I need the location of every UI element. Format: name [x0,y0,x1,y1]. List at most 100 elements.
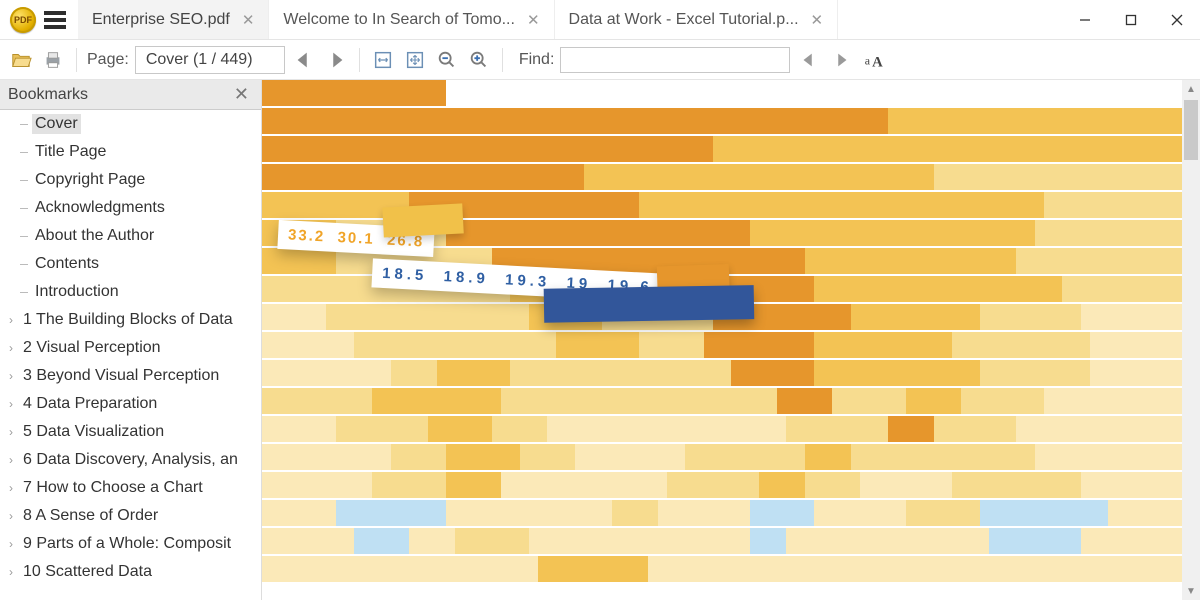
bookmark-item[interactable]: Copyright Page [0,166,261,194]
chevron-right-icon[interactable]: › [4,565,18,579]
bookmark-item[interactable]: Contents [0,250,261,278]
tab[interactable]: Enterprise SEO.pdf✕ [78,0,269,39]
chevron-right-icon[interactable]: › [4,481,18,495]
cover-bar-seg [262,332,354,358]
chevron-right-icon[interactable]: › [4,313,18,327]
next-page-button[interactable] [323,47,349,73]
tab-close-button[interactable]: ✕ [238,11,259,29]
open-file-button[interactable] [8,47,34,73]
prev-page-button[interactable] [291,47,317,73]
bookmark-item[interactable]: ›1 The Building Blocks of Data [0,306,261,334]
find-next-button[interactable] [828,47,854,73]
cover-bar-seg [354,332,556,358]
tab[interactable]: Data at Work - Excel Tutorial.p...✕ [555,0,839,39]
chevron-right-icon[interactable]: › [4,453,18,467]
tab-close-button[interactable]: ✕ [523,11,544,29]
cover-bar-seg [538,556,648,582]
maximize-button[interactable] [1108,3,1154,37]
cover-bar-seg [934,164,1182,190]
tab[interactable]: Welcome to In Search of Tomo...✕ [269,0,554,39]
cover-bar-row [262,500,1182,526]
cover-bar-seg [409,528,455,554]
chevron-right-icon[interactable]: › [4,397,18,411]
cover-bar-seg [391,444,446,470]
bookmark-item[interactable]: ›9 Parts of a Whole: Composit [0,530,261,558]
cover-bar-seg [336,416,428,442]
cover-bar-seg [510,360,731,386]
cover-bar-seg [584,164,934,190]
cover-bar-seg [1081,304,1182,330]
bookmark-item[interactable]: Title Page [0,138,261,166]
bookmarks-close-button[interactable]: ✕ [230,84,253,105]
cover-bar-seg [805,248,1017,274]
cover-bar-row [262,360,1182,386]
zoom-out-button[interactable] [434,47,460,73]
chevron-right-icon[interactable]: › [4,369,18,383]
cover-bar-seg [1108,500,1182,526]
cover-bar-seg [1035,220,1182,246]
tab-close-button[interactable]: ✕ [807,11,828,29]
page-number-input[interactable]: Cover (1 / 449) [135,46,285,74]
bookmark-item[interactable]: ›8 A Sense of Order [0,502,261,530]
chevron-right-icon[interactable]: › [4,537,18,551]
bookmark-item[interactable]: Acknowledgments [0,194,261,222]
bookmark-label: Copyright Page [32,170,148,190]
menu-button[interactable] [44,11,66,29]
fit-page-button[interactable] [402,47,428,73]
cover-bar-seg [713,136,1182,162]
zoom-in-button[interactable] [466,47,492,73]
cover-bar-seg [805,444,851,470]
bookmark-item[interactable]: ›3 Beyond Visual Perception [0,362,261,390]
bookmark-label: 1 The Building Blocks of Data [20,310,236,330]
bookmark-item[interactable]: ›2 Visual Perception [0,334,261,362]
chevron-right-icon[interactable]: › [4,425,18,439]
cover-bar-seg [832,388,906,414]
cover-bar-seg [980,500,1109,526]
bookmark-item[interactable]: Cover [0,110,261,138]
svg-text:A: A [872,54,883,70]
cover-bar-seg [989,528,1081,554]
bookmark-item[interactable]: ›10 Scattered Data [0,558,261,586]
page-cover: 33.2 30.1 26.8 18.5 18.9 19.3 19 19.6 [262,80,1182,600]
cover-bar-seg [851,444,1035,470]
cover-bar-seg [759,472,805,498]
vertical-scrollbar[interactable]: ▲ ▼ [1182,80,1200,600]
find-input[interactable] [560,47,790,73]
window-close-button[interactable] [1154,3,1200,37]
scroll-down-button[interactable]: ▼ [1182,582,1200,600]
bookmark-label: 7 How to Choose a Chart [20,478,206,498]
print-button[interactable] [40,47,66,73]
find-label: Find: [519,51,555,69]
cover-bar-seg [372,472,446,498]
bookmark-item[interactable]: ›6 Data Discovery, Analysis, an [0,446,261,474]
bookmark-item[interactable]: About the Author [0,222,261,250]
cover-bar-seg [1090,332,1182,358]
document-viewport[interactable]: 33.2 30.1 26.8 18.5 18.9 19.3 19 19.6 ▲ … [262,80,1200,600]
find-prev-button[interactable] [796,47,822,73]
minimize-button[interactable] [1062,3,1108,37]
cover-bar-seg [648,556,1182,582]
bookmark-item[interactable]: ›4 Data Preparation [0,390,261,418]
bookmark-label: 10 Scattered Data [20,562,155,582]
bookmark-item[interactable]: ›5 Data Visualization [0,418,261,446]
cover-bar-seg [906,500,980,526]
bookmark-label: Acknowledgments [32,198,168,218]
cover-bar-seg [750,528,787,554]
cover-bar-seg [667,472,759,498]
chevron-right-icon[interactable]: › [4,509,18,523]
cover-bar-seg [501,388,777,414]
page-label: Page: [87,51,129,69]
chevron-right-icon[interactable]: › [4,341,18,355]
cover-bar-seg [262,416,336,442]
fit-width-button[interactable] [370,47,396,73]
scroll-up-button[interactable]: ▲ [1182,80,1200,98]
match-case-button[interactable]: aA [860,47,886,73]
bookmark-label: 5 Data Visualization [20,422,167,442]
cover-bar-seg [1090,360,1182,386]
bookmark-item[interactable]: ›7 How to Choose a Chart [0,474,261,502]
cover-bar-seg [446,500,612,526]
bookmark-item[interactable]: Introduction [0,278,261,306]
cover-chip-blue [544,285,755,323]
scroll-thumb[interactable] [1184,100,1198,160]
cover-bar-seg [814,500,906,526]
